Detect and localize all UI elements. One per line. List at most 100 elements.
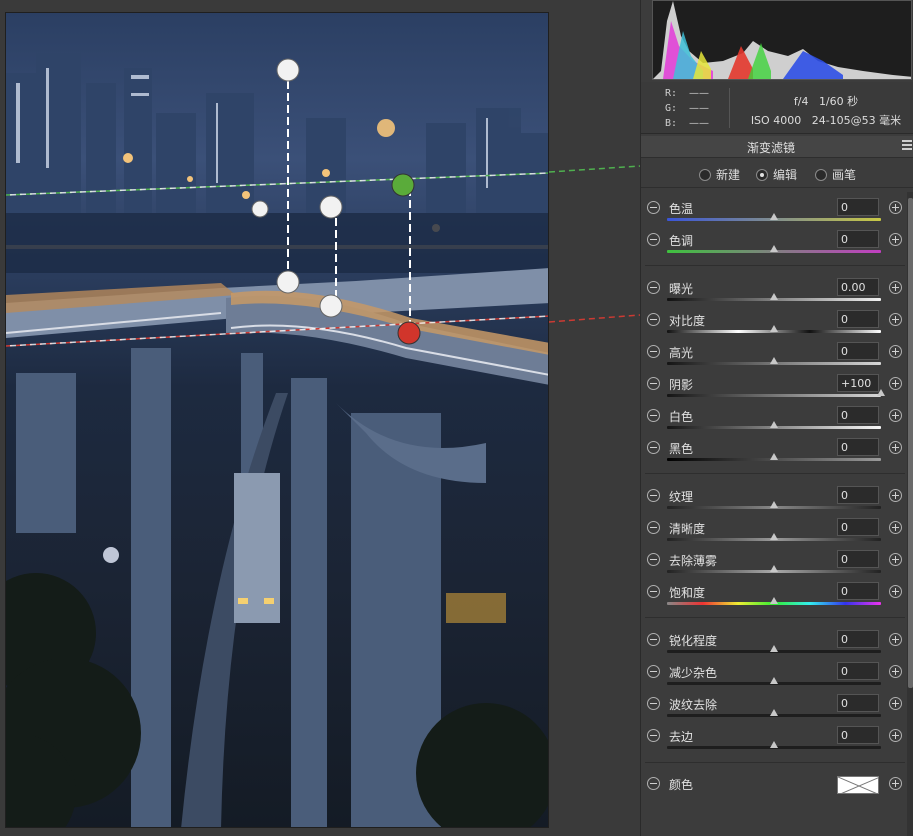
slider-value-input[interactable]: 0 xyxy=(837,342,879,360)
slider-row: 阴影 +100 xyxy=(641,368,907,400)
slider-value-input[interactable]: +100 xyxy=(837,374,879,392)
decrease-icon[interactable] xyxy=(647,345,660,358)
photo-preview[interactable] xyxy=(5,12,549,828)
decrease-icon[interactable] xyxy=(647,553,660,566)
mode-edit[interactable]: 编辑 xyxy=(756,166,797,183)
increase-icon[interactable] xyxy=(889,409,902,422)
decrease-icon[interactable] xyxy=(647,489,660,502)
increase-icon[interactable] xyxy=(889,521,902,534)
slider-thumb[interactable] xyxy=(770,453,778,460)
mode-new-label: 新建 xyxy=(716,168,741,182)
decrease-icon[interactable] xyxy=(647,281,660,294)
slider-value-input[interactable]: 0.00 xyxy=(837,278,879,296)
slider-row: 去除薄雾 0 xyxy=(641,544,907,576)
slider-thumb[interactable] xyxy=(770,213,778,220)
increase-icon[interactable] xyxy=(889,201,902,214)
increase-icon[interactable] xyxy=(889,553,902,566)
slider-thumb[interactable] xyxy=(770,597,778,604)
slider-track[interactable] xyxy=(667,394,881,397)
slider-thumb[interactable] xyxy=(770,501,778,508)
slider-value-input[interactable]: 0 xyxy=(837,310,879,328)
color-swatch[interactable] xyxy=(837,776,879,794)
increase-icon[interactable] xyxy=(889,377,902,390)
slider-thumb[interactable] xyxy=(770,709,778,716)
slider-value-input[interactable]: 0 xyxy=(837,438,879,456)
color-plus-icon[interactable] xyxy=(889,777,902,790)
radio-edit-icon[interactable] xyxy=(756,168,768,181)
slider-row: 清晰度 0 xyxy=(641,512,907,544)
slider-thumb[interactable] xyxy=(770,533,778,540)
scroll-thumb[interactable] xyxy=(908,198,913,688)
slider-thumb[interactable] xyxy=(770,741,778,748)
slider-value-input[interactable]: 0 xyxy=(837,726,879,744)
slider-thumb[interactable] xyxy=(770,245,778,252)
decrease-icon[interactable] xyxy=(647,585,660,598)
slider-thumb[interactable] xyxy=(770,565,778,572)
slider-value-input[interactable]: 0 xyxy=(837,582,879,600)
divider xyxy=(645,762,905,763)
slider-value-input[interactable]: 0 xyxy=(837,550,879,568)
slider-value-input[interactable]: 0 xyxy=(837,694,879,712)
r-value: —— xyxy=(689,88,709,99)
increase-icon[interactable] xyxy=(889,585,902,598)
slider-thumb[interactable] xyxy=(770,421,778,428)
decrease-icon[interactable] xyxy=(647,729,660,742)
slider-value-input[interactable]: 0 xyxy=(837,198,879,216)
color-minus-icon[interactable] xyxy=(647,777,660,790)
radio-new-icon[interactable] xyxy=(699,168,711,181)
panel-menu-icon[interactable] xyxy=(902,140,912,152)
increase-icon[interactable] xyxy=(889,489,902,502)
slider-row: 去边 0 xyxy=(641,720,907,752)
slider-label: 去除薄雾 xyxy=(669,554,718,568)
slider-thumb[interactable] xyxy=(770,645,778,652)
slider-thumb[interactable] xyxy=(877,389,885,396)
increase-icon[interactable] xyxy=(889,281,902,294)
panel-scrollbar[interactable] xyxy=(907,192,913,836)
decrease-icon[interactable] xyxy=(647,697,660,710)
slider-value-input[interactable]: 0 xyxy=(837,230,879,248)
g-label: G: xyxy=(665,103,678,114)
decrease-icon[interactable] xyxy=(647,521,660,534)
guide-line-extensions xyxy=(549,165,640,323)
decrease-icon[interactable] xyxy=(647,665,660,678)
slider-thumb[interactable] xyxy=(770,293,778,300)
increase-icon[interactable] xyxy=(889,313,902,326)
decrease-icon[interactable] xyxy=(647,441,660,454)
slider-thumb[interactable] xyxy=(770,677,778,684)
b-label: B: xyxy=(665,118,678,129)
mode-new[interactable]: 新建 xyxy=(699,166,740,183)
increase-icon[interactable] xyxy=(889,697,902,710)
slider-value-input[interactable]: 0 xyxy=(837,406,879,424)
slider-value-input[interactable]: 0 xyxy=(837,518,879,536)
slider-value-input[interactable]: 0 xyxy=(837,630,879,648)
slider-value-input[interactable]: 0 xyxy=(837,662,879,680)
radio-brush-icon[interactable] xyxy=(815,168,827,181)
slider-row: 锐化程度 0 xyxy=(641,624,907,656)
decrease-icon[interactable] xyxy=(647,313,660,326)
mode-brush[interactable]: 画笔 xyxy=(815,166,856,183)
slider-label: 曝光 xyxy=(669,282,694,296)
increase-icon[interactable] xyxy=(889,345,902,358)
slider-value-input[interactable]: 0 xyxy=(837,486,879,504)
decrease-icon[interactable] xyxy=(647,409,660,422)
slider-thumb[interactable] xyxy=(770,357,778,364)
increase-icon[interactable] xyxy=(889,233,902,246)
canvas-area[interactable] xyxy=(0,0,640,836)
slider-thumb[interactable] xyxy=(770,325,778,332)
decrease-icon[interactable] xyxy=(647,633,660,646)
shutter-speed: 1/60 秒 xyxy=(818,95,859,108)
mode-brush-label: 画笔 xyxy=(832,168,857,182)
panel-header: 渐变滤镜 xyxy=(641,136,913,158)
slider-row: 纹理 0 xyxy=(641,480,907,512)
increase-icon[interactable] xyxy=(889,729,902,742)
divider xyxy=(645,265,905,266)
increase-icon[interactable] xyxy=(889,441,902,454)
slider-row: 黑色 0 xyxy=(641,432,907,464)
divider xyxy=(645,473,905,474)
decrease-icon[interactable] xyxy=(647,377,660,390)
decrease-icon[interactable] xyxy=(647,233,660,246)
decrease-icon[interactable] xyxy=(647,201,660,214)
slider-label: 减少杂色 xyxy=(669,666,718,680)
increase-icon[interactable] xyxy=(889,633,902,646)
increase-icon[interactable] xyxy=(889,665,902,678)
